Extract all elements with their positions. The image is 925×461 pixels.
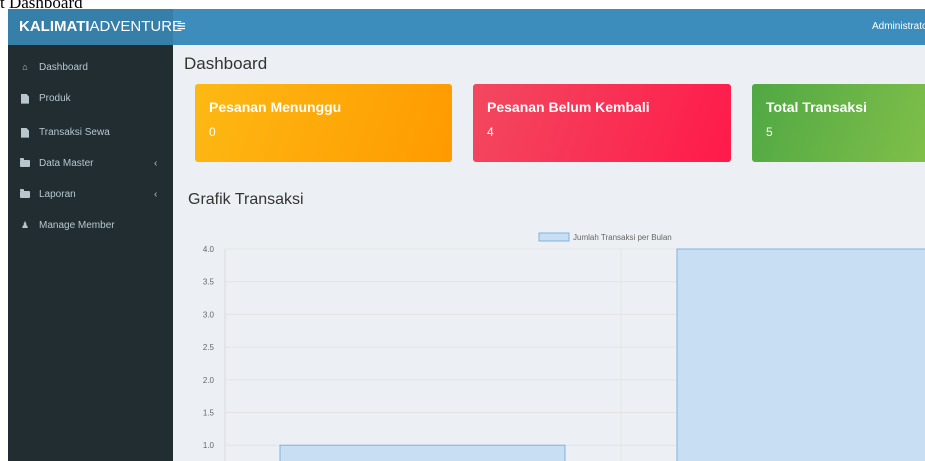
sidebar-item-label: Dashboard <box>39 62 88 73</box>
y-tick-label: 1.5 <box>203 409 215 418</box>
sidebar-item-manage-member[interactable]: ♟ Manage Member <box>8 210 173 241</box>
chart-bar[interactable] <box>676 248 925 461</box>
sidebar-item-label: Laporan <box>39 189 76 200</box>
brand-logo[interactable]: KALIMATIADVENTURE <box>8 9 182 45</box>
user-menu[interactable]: Administrato <box>872 9 925 45</box>
logo-bold-text: KALIMATI <box>19 18 90 35</box>
y-tick-label: 3.0 <box>203 310 215 319</box>
folder-icon <box>19 179 31 210</box>
file-icon <box>19 83 31 114</box>
transaction-bar-chart: 4.0 3.5 3.0 2.5 2.0 1.5 1.0 Jumlah Transaksi pe… <box>203 232 925 461</box>
logo-rest-text: ADVENTURE <box>89 18 183 35</box>
chart-section-title: Grafik Transaksi <box>188 191 304 208</box>
card-title: Pesanan Menunggu <box>209 99 342 115</box>
sidebar: ⌂ Dashboard Produk Transaksi Sewa Data M… <box>8 45 173 461</box>
card-value: 0 <box>209 125 216 139</box>
y-tick-label: 2.5 <box>203 343 215 352</box>
legend-swatch[interactable] <box>538 232 570 242</box>
sidebar-item-label: Data Master <box>39 158 94 169</box>
sidebar-item-transaksi-sewa[interactable]: Transaksi Sewa <box>8 117 173 148</box>
sidebar-item-data-master[interactable]: Data Master ‹ <box>8 148 173 179</box>
users-icon: ♟ <box>20 220 30 230</box>
sidebar-item-label: Transaksi Sewa <box>39 127 110 138</box>
card-pesanan-belum-kembali[interactable]: Pesanan Belum Kembali 4 <box>473 84 731 162</box>
sidebar-item-laporan[interactable]: Laporan ‹ <box>8 179 173 210</box>
main-content: Dashboard Pesanan Menunggu 0 Pesanan Bel… <box>173 45 925 461</box>
page-title: Dashboard <box>184 54 268 73</box>
y-tick-label: 3.5 <box>203 278 215 287</box>
y-tick-label: 4.0 <box>203 245 215 254</box>
top-navbar: KALIMATIADVENTURE ≡ Administrato <box>8 9 925 45</box>
browser-tab-title: t Dashboard <box>0 0 83 12</box>
y-tick-label: 1.0 <box>203 441 215 450</box>
bars-icon[interactable]: ≡ <box>177 9 186 45</box>
card-total-transaksi[interactable]: Total Transaksi 5 <box>752 84 925 162</box>
card-title: Total Transaksi <box>766 99 867 115</box>
chevron-left-icon: ‹ <box>154 158 158 169</box>
legend-label[interactable]: Jumlah Transaksi per Bulan <box>573 233 672 242</box>
sidebar-item-label: Produk <box>39 93 71 104</box>
card-value: 4 <box>487 125 494 139</box>
chevron-left-icon: ‹ <box>154 189 158 200</box>
file-icon <box>19 117 31 148</box>
card-pesanan-menunggu[interactable]: Pesanan Menunggu 0 <box>195 84 452 162</box>
sidebar-item-produk[interactable]: Produk <box>8 83 173 114</box>
sidebar-item-label: Manage Member <box>39 220 115 231</box>
app-window: KALIMATIADVENTURE ≡ Administrato ⌂ Dashb… <box>8 9 925 461</box>
card-title: Pesanan Belum Kembali <box>487 99 650 115</box>
y-tick-label: 2.0 <box>203 376 215 385</box>
folder-icon <box>19 148 31 179</box>
chart-bar[interactable] <box>279 444 566 461</box>
card-value: 5 <box>766 125 773 139</box>
sidebar-item-dashboard[interactable]: ⌂ Dashboard <box>8 52 173 83</box>
home-icon: ⌂ <box>22 62 28 72</box>
